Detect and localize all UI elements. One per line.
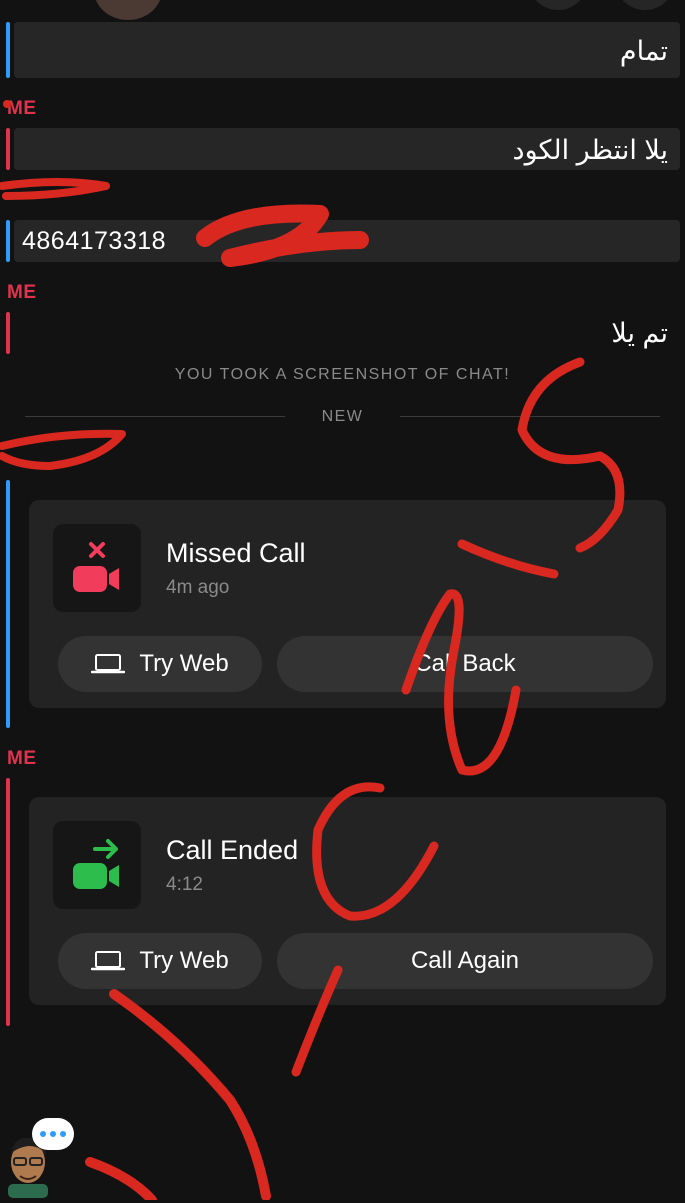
- missed-call-title: Missed Call: [166, 538, 306, 568]
- call-back-button[interactable]: Call Back: [277, 636, 653, 692]
- call-duration: 4:12: [166, 874, 203, 895]
- try-web-label: Try Web: [139, 650, 229, 677]
- divider-line-right: [400, 416, 660, 417]
- sender-label-me: ME: [7, 98, 37, 119]
- message-bubble[interactable]: يلا انتظر الكود: [14, 128, 680, 170]
- top-right-button-2[interactable]: [615, 0, 675, 10]
- message-text: 4864173318: [22, 226, 167, 255]
- screenshot-notice: YOU TOOK A SCREENSHOT OF CHAT!: [174, 366, 511, 383]
- message-bubble[interactable]: تم يلا: [14, 312, 680, 354]
- missed-call-card: Missed Call 4m ago Try Web Call Back: [29, 500, 666, 708]
- friend-message-bar: [6, 22, 10, 78]
- try-web-button[interactable]: Try Web: [58, 636, 262, 692]
- friend-message-bar: [6, 220, 10, 262]
- sender-label-me: ME: [7, 748, 37, 769]
- try-web-label: Try Web: [139, 947, 229, 974]
- call-ended-card: Call Ended 4:12 Try Web Call Again: [29, 797, 666, 1005]
- new-divider-label: NEW: [321, 408, 364, 425]
- friend-message-bar: [6, 480, 10, 728]
- me-message-bar: [6, 312, 10, 354]
- top-avatar: [94, 0, 162, 20]
- laptop-icon: [91, 654, 126, 674]
- me-message-bar: [6, 128, 10, 170]
- sender-label-me: ME: [7, 282, 37, 303]
- message-text: تمام: [619, 36, 668, 66]
- missed-call-icon-box: [53, 524, 141, 612]
- try-web-button[interactable]: Try Web: [58, 933, 262, 989]
- call-back-label: Call Back: [414, 650, 516, 677]
- message-bubble[interactable]: 4864173318: [14, 220, 680, 262]
- laptop-icon: [91, 951, 126, 971]
- video-missed-icon: [73, 542, 119, 592]
- top-right-button[interactable]: [528, 0, 588, 10]
- missed-call-time: 4m ago: [166, 577, 230, 598]
- typing-bubble-icon: [32, 1118, 74, 1150]
- me-message-bar: [6, 778, 10, 1026]
- video-outgoing-icon: [73, 839, 119, 889]
- divider-line-left: [25, 416, 285, 417]
- message-text: يلا انتظر الكود: [512, 135, 668, 165]
- message-bubble[interactable]: تمام: [14, 22, 680, 78]
- call-again-label: Call Again: [410, 947, 520, 974]
- call-again-button[interactable]: Call Again: [277, 933, 653, 989]
- call-ended-icon-box: [53, 821, 141, 909]
- message-text: تم يلا: [611, 318, 668, 348]
- call-ended-title: Call Ended: [166, 835, 299, 865]
